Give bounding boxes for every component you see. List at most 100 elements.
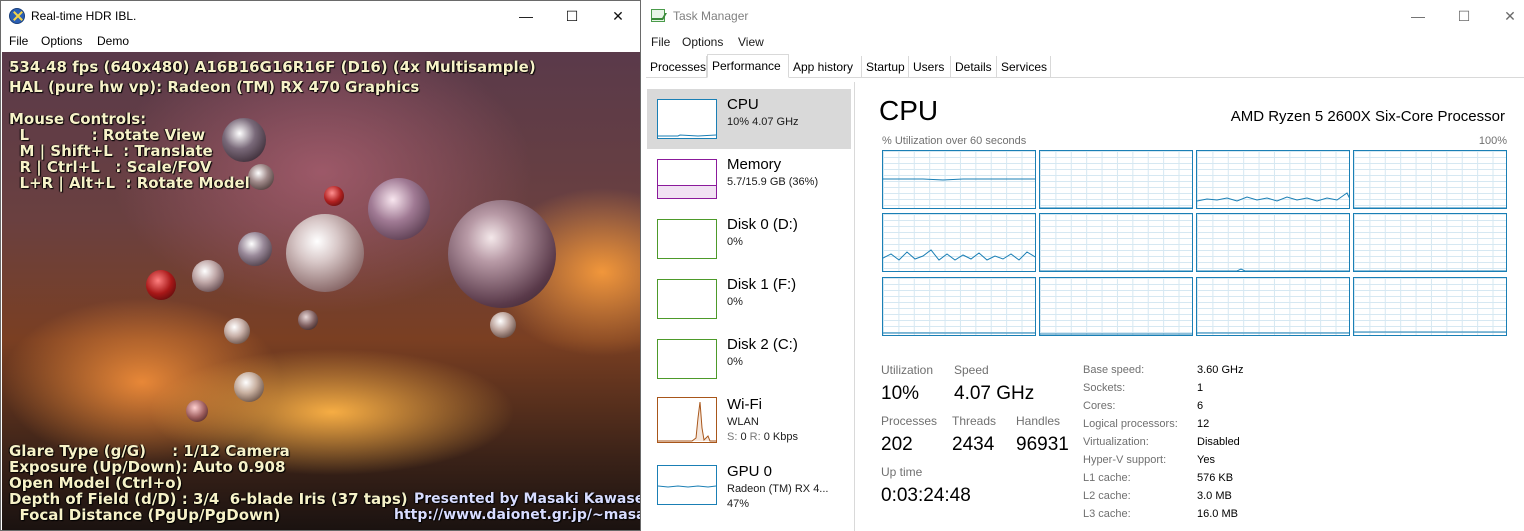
task-manager-icon <box>651 9 665 22</box>
menu-file[interactable]: File <box>651 35 670 49</box>
spec-value: Yes <box>1197 454 1215 466</box>
menu-demo[interactable]: Demo <box>97 34 129 48</box>
logical-processor-graph <box>1039 277 1193 336</box>
sidebar-item-disk-0[interactable]: Disk 0 (D:) 0% <box>647 209 851 269</box>
tab-startup[interactable]: Startup <box>862 56 909 78</box>
disk-thumbnail-graph <box>657 219 717 259</box>
close-button[interactable]: ✕ <box>595 1 640 31</box>
spec-key: L3 cache: <box>1083 508 1131 520</box>
spec-value: 12 <box>1197 418 1210 430</box>
sidebar-item-detail: 5.7/15.9 GB (36%) <box>727 176 819 188</box>
task-manager-window: Task Manager — ☐ ✕ File Options View Pro… <box>644 0 1524 531</box>
tab-processes[interactable]: Processes <box>646 56 707 78</box>
sphere <box>448 200 556 308</box>
menu-view[interactable]: View <box>738 35 764 49</box>
spec-value: 16.0 MB <box>1197 508 1238 520</box>
sidebar-item-usage: 47% <box>727 498 750 510</box>
sidebar-item-memory[interactable]: Memory 5.7/15.9 GB (36%) <box>647 149 851 209</box>
hdr-window-title: Real-time HDR IBL. <box>31 9 137 23</box>
sphere <box>146 270 176 300</box>
utilization-caption: % Utilization over 60 seconds <box>882 135 1027 147</box>
sidebar-item-throughput: S: 0 R: 0 Kbps <box>727 431 798 443</box>
sphere <box>238 232 272 266</box>
sphere <box>368 178 430 240</box>
tab-users[interactable]: Users <box>909 56 951 78</box>
mouse-controls-title: Mouse Controls: <box>9 110 147 128</box>
spec-key: Logical processors: <box>1083 418 1178 430</box>
render-viewport[interactable]: 534.48 fps (640x480) A16B16G16R16F (D16)… <box>2 52 640 530</box>
sidebar-item-label: Disk 1 (F:) <box>727 276 797 293</box>
sphere <box>224 318 250 344</box>
sphere <box>234 372 264 402</box>
hdr-titlebar[interactable]: Real-time HDR IBL. — ☐ ✕ <box>1 1 640 31</box>
cpu-thumbnail-graph <box>657 99 717 139</box>
spec-value: 3.60 GHz <box>1197 364 1244 376</box>
mouse-control-line: R | Ctrl+L : Scale/FOV <box>9 158 212 176</box>
sidebar-item-gpu-0[interactable]: GPU 0 Radeon (TM) RX 4... 47% <box>647 455 851 517</box>
task-manager-title: Task Manager <box>673 9 749 23</box>
disk-thumbnail-graph <box>657 339 717 379</box>
utilization-value: 10% <box>881 383 920 404</box>
sidebar-item-label: CPU <box>727 96 759 113</box>
sphere <box>324 186 344 206</box>
gpu-thumbnail-graph <box>657 465 717 505</box>
app-icon <box>9 8 25 24</box>
sidebar-item-disk-2[interactable]: Disk 2 (C:) 0% <box>647 329 851 389</box>
processes-label: Processes <box>881 414 938 428</box>
tab-performance[interactable]: Performance <box>707 54 789 78</box>
spec-key: L1 cache: <box>1083 472 1131 484</box>
sidebar-item-cpu[interactable]: CPU 10% 4.07 GHz <box>647 89 851 149</box>
logical-processor-graph <box>1353 277 1507 336</box>
sidebar-item-disk-1[interactable]: Disk 1 (F:) 0% <box>647 269 851 329</box>
minimize-button[interactable]: — <box>503 1 549 31</box>
logical-processor-graph <box>1039 213 1193 272</box>
logical-processor-graph <box>1196 150 1350 209</box>
sphere <box>192 260 224 292</box>
tab-services[interactable]: Services <box>997 56 1051 78</box>
sphere <box>248 164 274 190</box>
device-readout: HAL (pure hw vp): Radeon (TM) RX 470 Gra… <box>9 78 420 96</box>
handles-value: 96931 <box>1016 434 1069 455</box>
sidebar-item-detail: 0% <box>727 296 743 308</box>
sidebar-item-detail: 0% <box>727 356 743 368</box>
logical-processor-graph <box>882 150 1036 209</box>
cpu-model-name: AMD Ryzen 5 2600X Six-Core Processor <box>1230 108 1505 125</box>
spec-key: Base speed: <box>1083 364 1145 376</box>
spec-value: 3.0 MB <box>1197 490 1232 502</box>
sidebar-item-label: GPU 0 <box>727 463 773 480</box>
disk-thumbnail-graph <box>657 279 717 319</box>
logical-processor-graph <box>1196 213 1350 272</box>
mouse-control-line: M | Shift+L : Translate <box>9 142 213 160</box>
threads-value: 2434 <box>952 434 995 455</box>
sphere <box>186 400 208 422</box>
memory-thumbnail-graph <box>657 159 717 199</box>
mouse-control-line: L : Rotate View <box>9 126 206 144</box>
sphere <box>286 214 364 292</box>
menu-options[interactable]: Options <box>682 35 723 49</box>
sidebar-item-label: Memory <box>727 156 782 173</box>
menu-file[interactable]: File <box>9 34 28 48</box>
handles-label: Handles <box>1016 414 1061 428</box>
sidebar-item-wifi[interactable]: Wi-Fi WLAN S: 0 R: 0 Kbps <box>647 389 851 449</box>
minimize-button[interactable]: — <box>1395 4 1441 28</box>
maximize-button[interactable]: ☐ <box>1441 4 1487 28</box>
tab-bar: Processes Performance App history Startu… <box>646 54 1524 78</box>
sidebar-item-label: Disk 2 (C:) <box>727 336 798 353</box>
close-button[interactable]: ✕ <box>1487 4 1524 28</box>
tab-details[interactable]: Details <box>951 56 997 78</box>
page-title: CPU <box>879 95 939 126</box>
glare-type-line: Glare Type (g/G) : 1/12 Camera <box>9 442 290 460</box>
uptime-label: Up time <box>881 465 923 479</box>
processes-value: 202 <box>881 434 913 455</box>
spec-value: Disabled <box>1197 436 1240 448</box>
logical-processor-graph <box>882 277 1036 336</box>
sidebar-item-detail: 0% <box>727 236 743 248</box>
wifi-thumbnail-graph <box>657 397 717 443</box>
fps-readout: 534.48 fps (640x480) A16B16G16R16F (D16)… <box>9 58 536 76</box>
open-model-line: Open Model (Ctrl+o) <box>9 474 183 492</box>
maximize-button[interactable]: ☐ <box>549 1 595 31</box>
sidebar-item-label: Wi-Fi <box>727 396 762 413</box>
tab-app-history[interactable]: App history <box>789 56 862 78</box>
menu-options[interactable]: Options <box>41 34 82 48</box>
spec-key: Cores: <box>1083 400 1116 412</box>
